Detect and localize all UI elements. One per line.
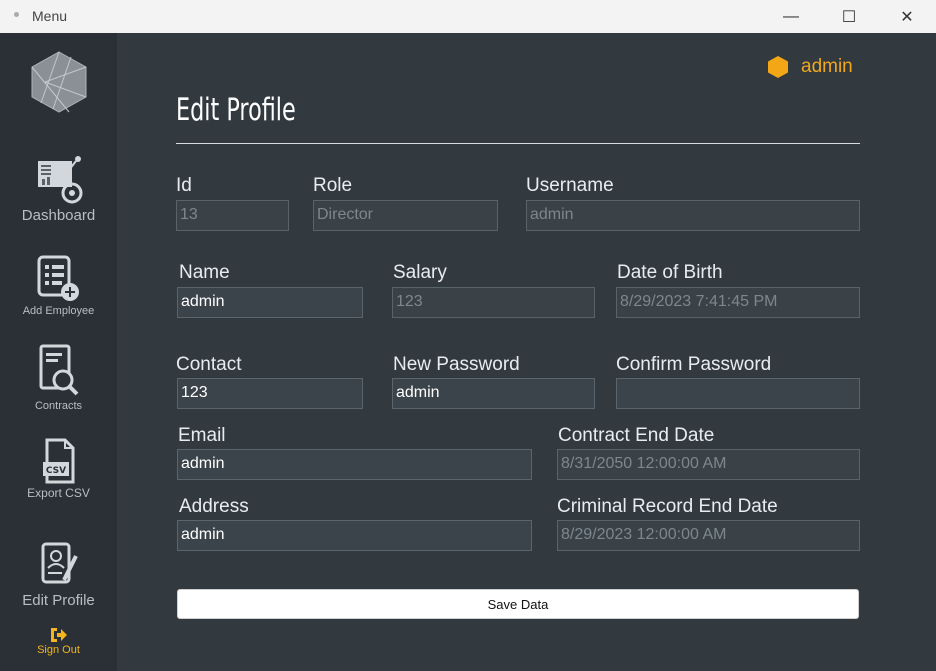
- sidebar-item-label: Contracts: [34, 400, 83, 412]
- new-password-field[interactable]: admin: [392, 378, 595, 409]
- role-label: Role: [313, 175, 353, 196]
- dashboard-chart-icon: [37, 156, 82, 204]
- username-field[interactable]: admin: [526, 200, 860, 231]
- minimize-icon: —: [783, 7, 799, 25]
- minimize-button[interactable]: —: [762, 0, 820, 33]
- sidebar-item-contracts[interactable]: Contracts: [0, 344, 117, 412]
- criminal-record-end-field[interactable]: 8/29/2023 12:00:00 AM: [557, 520, 860, 551]
- maximize-icon: ☐: [841, 8, 857, 26]
- hexagon-user-icon: [768, 56, 788, 78]
- contract-end-label: Contract End Date: [558, 425, 715, 446]
- email-field[interactable]: admin: [177, 449, 532, 480]
- sidebar-item-edit-profile[interactable]: Edit Profile: [0, 540, 117, 609]
- sidebar-item-label: Edit Profile: [22, 592, 95, 609]
- dob-label: Date of Birth: [617, 262, 723, 283]
- current-username: admin: [801, 56, 853, 77]
- sidebar-item-label: Add Employee: [22, 305, 95, 317]
- user-badge: admin: [766, 55, 853, 79]
- sidebar-item-label: Dashboard: [21, 207, 96, 224]
- main-panel: [117, 33, 936, 671]
- id-field[interactable]: 13: [176, 200, 289, 231]
- confirm-password-label: Confirm Password: [616, 354, 772, 375]
- edit-profile-icon: [41, 542, 78, 584]
- criminal-record-end-label: Criminal Record End Date: [557, 496, 778, 517]
- role-field[interactable]: Director: [313, 200, 498, 231]
- csv-file-icon: CSV: [42, 438, 74, 484]
- svg-text:CSV: CSV: [45, 466, 65, 476]
- window-title-bar: Menu — ☐ ✕: [0, 0, 936, 33]
- contract-end-field[interactable]: 8/31/2050 12:00:00 AM: [557, 449, 860, 480]
- sidebar-item-add-employee[interactable]: Add Employee: [0, 253, 117, 317]
- sidebar: Dashboard Add Employee Contracts CSV Exp: [0, 33, 117, 671]
- salary-field[interactable]: 123: [392, 287, 595, 318]
- sidebar-item-label: Export CSV: [27, 486, 90, 500]
- name-field[interactable]: admin: [177, 287, 363, 318]
- maximize-button[interactable]: ☐: [820, 0, 878, 33]
- title-divider: [176, 143, 860, 144]
- close-icon: ✕: [900, 8, 914, 26]
- contact-label: Contact: [176, 354, 242, 375]
- new-password-label: New Password: [393, 354, 520, 375]
- app-icon: [14, 12, 19, 17]
- close-button[interactable]: ✕: [878, 0, 936, 33]
- sign-out-icon: [50, 628, 67, 642]
- sidebar-item-export-csv[interactable]: CSV Export CSV: [0, 438, 117, 500]
- email-label: Email: [178, 425, 226, 446]
- username-label: Username: [526, 175, 614, 196]
- app-logo: [31, 51, 87, 113]
- id-label: Id: [176, 175, 192, 196]
- sidebar-item-dashboard[interactable]: Dashboard: [0, 155, 117, 224]
- page-title: Edit Profile: [176, 92, 296, 128]
- address-label: Address: [179, 496, 249, 517]
- sidebar-item-label: Sign Out: [37, 644, 80, 656]
- window-title: Menu: [32, 8, 68, 24]
- confirm-password-field[interactable]: [616, 378, 860, 409]
- add-employee-icon: [37, 255, 79, 301]
- sidebar-item-sign-out[interactable]: Sign Out: [0, 626, 117, 656]
- save-data-button[interactable]: Save Data: [177, 589, 859, 619]
- dob-field[interactable]: 8/29/2023 7:41:45 PM: [616, 287, 860, 318]
- name-label: Name: [179, 262, 230, 283]
- salary-label: Salary: [393, 262, 447, 283]
- contact-field[interactable]: 123: [177, 378, 363, 409]
- contracts-search-icon: [39, 344, 78, 396]
- address-field[interactable]: admin: [177, 520, 532, 551]
